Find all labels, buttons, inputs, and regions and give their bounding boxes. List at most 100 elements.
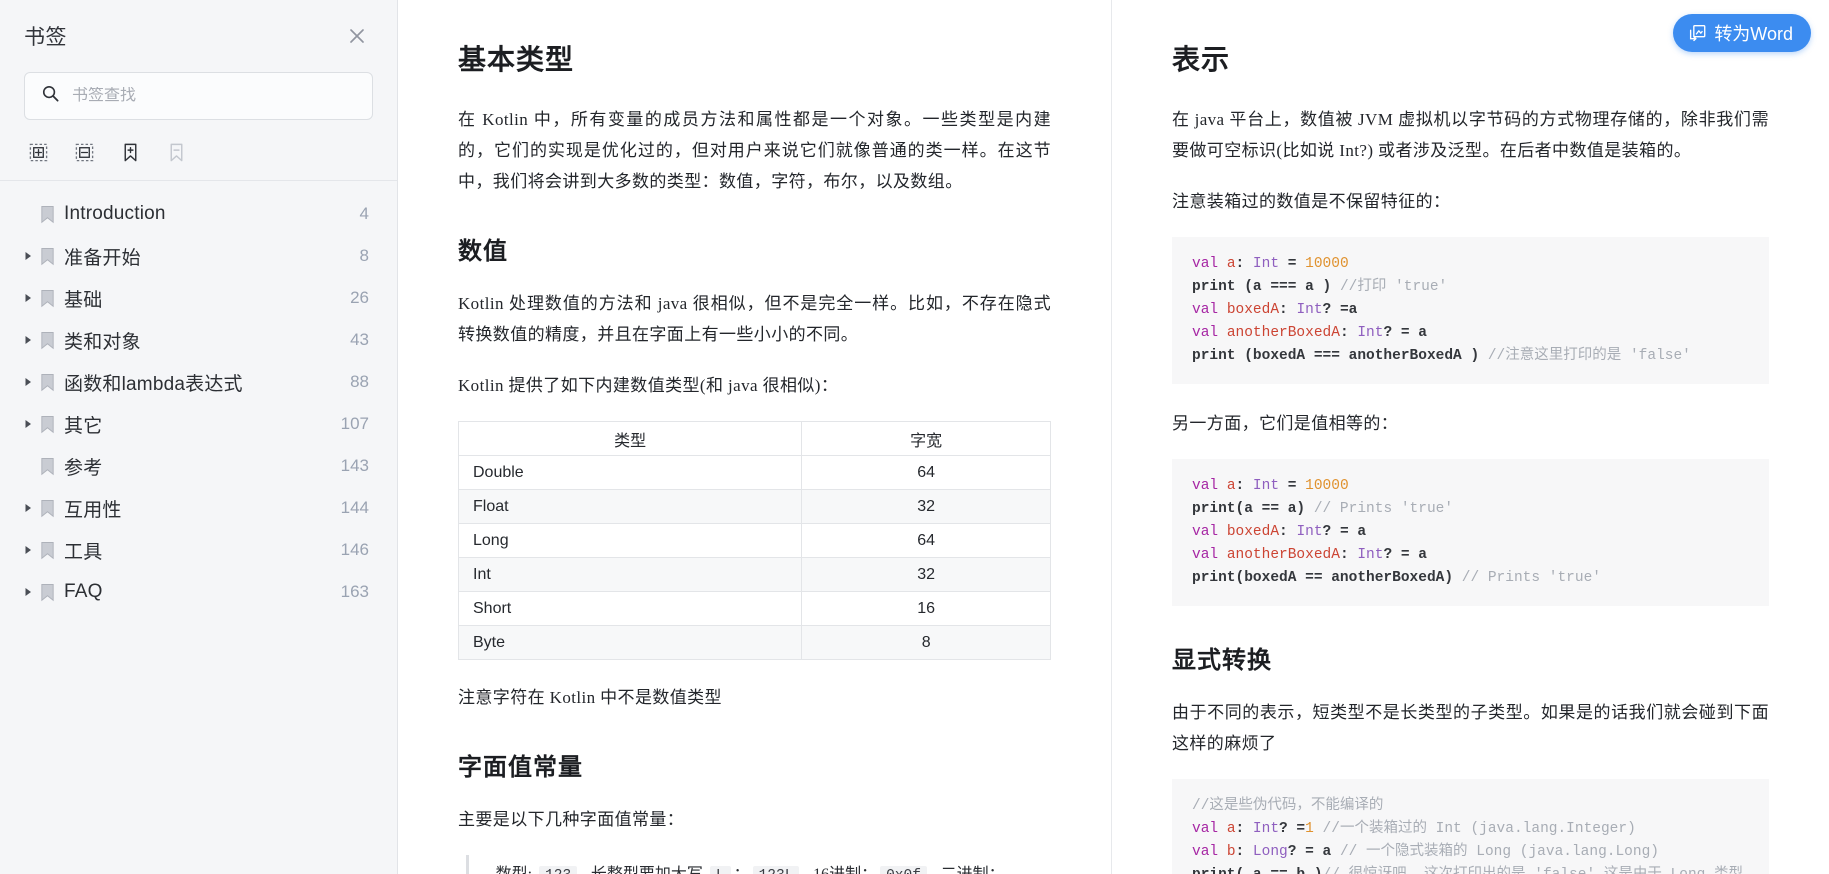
table-header-row: 类型 字宽 <box>457 421 1051 456</box>
chevron-right-icon[interactable] <box>20 293 36 303</box>
code-token: Int <box>1252 821 1280 837</box>
tree-item-page-number: 26 <box>350 288 369 307</box>
section-heading-numbers: 数值 <box>458 239 508 265</box>
code-token: //一个装箱过的 Int (java.lang.Integer) <box>1313 821 1636 837</box>
search-input[interactable] <box>72 87 356 105</box>
quote-text: --二进制： <box>930 866 1005 874</box>
code-token: boxedA <box>1226 302 1280 318</box>
paragraph: 在 java 平台上，数值被 JVM 虚拟机以字节码的方式物理存储的，除非我们需… <box>1172 110 1769 160</box>
search-box[interactable] <box>24 72 373 120</box>
table-cell: 32 <box>801 557 1051 592</box>
code-token: Int <box>1252 478 1280 494</box>
convert-to-word-label: 转为Word <box>1714 24 1793 44</box>
table-header-cell: 类型 <box>457 421 803 456</box>
bookmark-reader-app: 书签 书签查找 Introduction 4 准备开始 8 基础 26 类和对象… <box>0 0 1829 874</box>
inline-code: 123L <box>752 866 800 874</box>
table-cell: 8 <box>801 625 1051 660</box>
code-token: ? = <box>1279 821 1306 837</box>
tree-item-page-number: 143 <box>340 456 369 475</box>
tree-item[interactable]: 准备开始 8 <box>0 235 397 277</box>
table-cell: 64 <box>801 455 1051 490</box>
paragraph: 注意装箱过的数值是不保留特征的： <box>1172 192 1451 211</box>
table-row: Long 64 <box>457 523 1051 558</box>
chevron-right-icon[interactable] <box>20 545 36 555</box>
paragraph: Kotlin 处理数值的方法和 java 很相似，但不是完全一样。比如，不存在隐… <box>458 294 1051 344</box>
inline-code: 0x0f <box>880 866 927 874</box>
table-header-cell: 字宽 <box>801 421 1051 456</box>
tree-item[interactable]: 互用性 144 <box>0 487 397 529</box>
code-token: print (boxedA === anotherBoxedA ) <box>1192 348 1488 364</box>
expand-all-icon[interactable] <box>26 140 50 164</box>
bookmark-icon <box>36 499 58 518</box>
code-token: boxedA <box>1226 524 1280 540</box>
table-cell: Int <box>457 557 803 592</box>
paragraph: 另一方面，它们是值相等的： <box>1172 414 1399 433</box>
collapse-all-icon[interactable] <box>72 140 96 164</box>
tree-item-page-number: 43 <box>350 330 369 349</box>
table-cell: Byte <box>457 625 803 660</box>
code-token: 1 <box>1305 821 1314 837</box>
code-token: anotherBoxedA <box>1226 547 1340 563</box>
chevron-right-icon[interactable] <box>20 587 36 597</box>
code-token: : <box>1235 478 1253 494</box>
tree-item[interactable]: Introduction 4 <box>0 193 397 235</box>
code-token: val <box>1192 547 1227 563</box>
code-token: b <box>1226 844 1236 860</box>
code-token: // Prints 'true' <box>1461 570 1601 586</box>
bookmark-icon <box>36 415 58 434</box>
tree-item-label: 类和对象 <box>64 331 141 353</box>
tree-item[interactable]: 函数和lambda表达式 88 <box>0 361 397 403</box>
bookmark-icon <box>36 541 58 560</box>
code-token: ? = a <box>1383 325 1427 341</box>
code-token: a <box>1226 256 1236 272</box>
tree-item[interactable]: 类和对象 43 <box>0 319 397 361</box>
tree-item[interactable]: 参考 143 <box>0 445 397 487</box>
bookmark-icon <box>36 289 58 308</box>
quote-text: ： <box>734 866 750 874</box>
code-token: ? =a <box>1322 302 1358 318</box>
chevron-right-icon[interactable] <box>20 419 36 429</box>
tree-item[interactable]: FAQ 163 <box>0 571 397 613</box>
code-token: Int <box>1357 547 1384 563</box>
remove-bookmark-icon[interactable] <box>164 140 188 164</box>
tree-item-page-number: 88 <box>350 372 369 391</box>
quote-text: --长整型要加大写 <box>580 866 707 874</box>
chevron-right-icon[interactable] <box>20 335 36 345</box>
add-bookmark-icon[interactable] <box>118 140 142 164</box>
code-block: val a: Int = 10000 print (a === a ) //打印… <box>1172 237 1769 384</box>
sidebar-title: 书签 <box>24 26 67 49</box>
code-token: print(a == a) <box>1192 501 1314 517</box>
bookmark-icon <box>36 583 58 602</box>
sidebar-header: 书签 <box>0 0 397 72</box>
chevron-right-icon[interactable] <box>20 503 36 513</box>
code-token: val <box>1192 325 1227 341</box>
table-row: Byte 8 <box>457 625 1051 660</box>
table-cell: Short <box>457 591 803 626</box>
tree-item[interactable]: 其它 107 <box>0 403 397 445</box>
code-token: Int <box>1296 302 1323 318</box>
tree-item[interactable]: 工具 146 <box>0 529 397 571</box>
tree-item-label: 其它 <box>64 415 103 437</box>
code-token: // Prints 'true' <box>1313 501 1454 517</box>
tree-item-page-number: 4 <box>359 204 369 223</box>
table-row: Double 64 <box>457 455 1051 490</box>
tree-item-page-number: 144 <box>340 498 369 517</box>
tree-item[interactable]: 基础 26 <box>0 277 397 319</box>
page-title: 基本类型 <box>458 45 575 76</box>
code-token: ? = a <box>1383 547 1427 563</box>
code-token: val <box>1192 256 1227 272</box>
close-icon[interactable] <box>345 24 369 48</box>
sidebar-toolbar <box>0 120 397 181</box>
code-token: = <box>1279 256 1306 272</box>
table-cell: Long <box>457 523 803 558</box>
code-token: print(boxedA == anotherBoxedA) <box>1192 570 1462 586</box>
code-token: ? = a <box>1322 524 1367 540</box>
code-token: 10000 <box>1305 478 1349 494</box>
code-token: : <box>1279 302 1297 318</box>
code-token: : <box>1235 821 1253 837</box>
chevron-right-icon[interactable] <box>20 251 36 261</box>
chevron-right-icon[interactable] <box>20 377 36 387</box>
inline-code: L <box>709 866 731 874</box>
convert-to-word-button[interactable]: 转为Word <box>1673 14 1811 52</box>
section-heading-explicit-conversion: 显式转换 <box>1172 648 1272 674</box>
